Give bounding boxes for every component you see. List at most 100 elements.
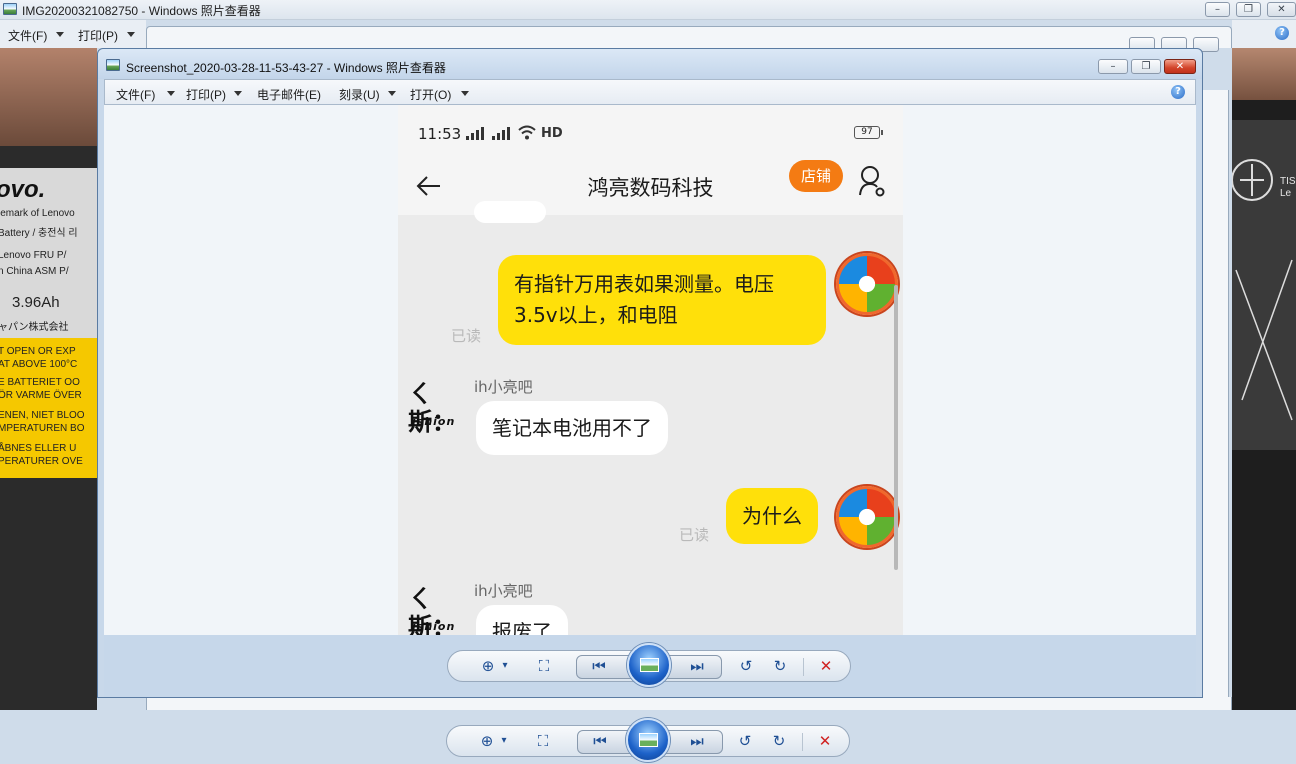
photo-text: n China ASM P/ — [0, 266, 69, 277]
toolbar-separator — [802, 733, 803, 751]
slideshow-icon — [640, 658, 659, 672]
rotate-counterclockwise-icon[interactable]: ↺ — [735, 732, 755, 750]
outer-menu-file[interactable]: 文件(F) — [8, 27, 47, 44]
battery-icon: 97 — [854, 126, 883, 139]
slideshow-icon — [639, 733, 658, 747]
slideshow-button[interactable] — [627, 643, 671, 687]
outer-minimize-button[interactable]: – — [1205, 2, 1230, 17]
outer-maximize-button[interactable]: ❐ — [1236, 2, 1261, 17]
user-profile-icon[interactable] — [858, 165, 886, 197]
photo-text: AT ABOVE 100°C — [0, 359, 78, 370]
zoom-dropdown-icon[interactable]: ▾ — [494, 732, 514, 750]
next-icon[interactable]: ⏭ — [687, 732, 707, 750]
delete-icon[interactable]: ✕ — [816, 657, 836, 675]
shop-button[interactable]: 店铺 — [789, 160, 843, 192]
previous-icon[interactable]: ⏮ — [589, 657, 609, 675]
menu-print-arrow-icon[interactable] — [234, 91, 242, 96]
photo-text: ャパン株式会社 — [0, 322, 69, 333]
menu-file-arrow-icon[interactable] — [167, 91, 175, 96]
actual-size-icon[interactable]: ⛶ — [533, 732, 553, 750]
menu-email[interactable]: 电子邮件(E) — [257, 86, 321, 103]
inner-menubar: 文件(F) 打印(P) 电子邮件(E) 刻录(U) 打开(O) ? — [104, 79, 1196, 105]
outer-window-title: IMG20200321082750 - Windows 照片查看器 — [22, 4, 261, 18]
message-text: 报废了 — [492, 620, 552, 635]
message-bubble-mine[interactable]: 为什么 — [726, 488, 818, 544]
message-text: 有指针万用表如果测量。电压 — [514, 272, 774, 296]
outer-menubar: 文件(F) 打印(P) — [0, 20, 146, 48]
photo-text: ovo. — [0, 176, 46, 203]
message-bubble-theirs[interactable]: 笔记本电池用不了 — [476, 401, 668, 455]
status-time: 11:53 — [418, 125, 462, 143]
outer-close-button[interactable]: ✕ — [1267, 2, 1296, 17]
menu-open[interactable]: 打开(O) — [410, 86, 451, 103]
menu-open-arrow-icon[interactable] — [461, 91, 469, 96]
rotate-clockwise-icon[interactable]: ↻ — [769, 732, 789, 750]
photo-text: lemark of Lenovo — [0, 208, 75, 219]
photo-text: ÖR VARME ÖVER — [0, 390, 82, 401]
inner-photo-viewer-window: Screenshot_2020-03-28-11-53-43-27 - Wind… — [97, 48, 1203, 698]
next-icon[interactable]: ⏭ — [687, 657, 707, 675]
slideshow-button[interactable] — [626, 718, 670, 762]
sender-name: ih小亮吧 — [474, 378, 533, 396]
chat-messages: 有指针万用表如果测量。电压 3.5v以上，和电阻 已读 ㄑ斯： ishion i… — [398, 201, 903, 635]
photo-text: Lenovo FRU P/ — [0, 250, 67, 261]
message-text: 笔记本电池用不了 — [492, 416, 652, 440]
inner-bottom-bar: ⊕ ▾ ⛶ ⏮ ⏭ ↺ ↻ ✕ — [104, 635, 1196, 697]
shop-avatar[interactable]: ㄑ斯： ishion — [408, 585, 466, 635]
rotate-counterclockwise-icon[interactable]: ↺ — [736, 657, 756, 675]
message-text: 3.5v以上，和电阻 — [514, 303, 678, 327]
photo-text: 3.96Ah — [12, 294, 60, 311]
chat-scrollbar[interactable] — [894, 285, 898, 570]
previous-icon[interactable]: ⏮ — [590, 732, 610, 750]
outer-menubar-right: ? — [1232, 20, 1296, 48]
photo-text: TIS — [1280, 176, 1296, 187]
inner-window-title: Screenshot_2020-03-28-11-53-43-27 - Wind… — [126, 61, 446, 75]
rotate-clockwise-icon[interactable]: ↻ — [770, 657, 790, 675]
outer-viewer-frame-top — [146, 26, 1232, 52]
zoom-dropdown-icon[interactable]: ▾ — [495, 657, 515, 675]
photo-text: Le — [1280, 188, 1292, 199]
message-bubble-mine[interactable]: 有指针万用表如果测量。电压 3.5v以上，和电阻 — [498, 255, 826, 345]
inner-minimize-button[interactable]: – — [1098, 59, 1128, 74]
background-photo-right: TIS Le — [1232, 100, 1296, 710]
outer-viewer-frame-right — [1203, 90, 1229, 710]
outer-help-icon[interactable]: ? — [1275, 26, 1289, 40]
outer-menu-print-arrow-icon[interactable] — [127, 32, 135, 37]
user-avatar[interactable] — [836, 253, 898, 315]
inner-close-button[interactable]: ✕ — [1164, 59, 1196, 74]
toolbar-separator — [803, 658, 804, 676]
photo-viewer-app-icon — [3, 3, 17, 15]
menu-print[interactable]: 打印(P) — [186, 86, 226, 103]
help-icon[interactable]: ? — [1171, 85, 1185, 99]
outer-menu-print[interactable]: 打印(P) — [78, 27, 118, 44]
menu-burn-arrow-icon[interactable] — [388, 91, 396, 96]
photo-viewer-app-icon — [106, 59, 120, 71]
message-text: 为什么 — [742, 504, 802, 528]
photo-text: E BATTERIET OO — [0, 377, 80, 388]
image-canvas: 11:53 HD 97 鸿亮数码科技 店铺 有指针万用表如果测量。电压 3.5v… — [104, 105, 1196, 635]
outer-bottom-bar: ⊕ ▾ ⛶ ⏮ ⏭ ↺ ↻ ✕ — [0, 710, 1296, 764]
photo-text: ÅBNES ELLER U — [0, 443, 77, 454]
read-receipt: 已读 — [679, 526, 710, 544]
user-avatar[interactable] — [836, 486, 898, 548]
inner-maximize-button[interactable]: ❐ — [1131, 59, 1161, 74]
actual-size-icon[interactable]: ⛶ — [534, 657, 554, 675]
shop-avatar[interactable]: ㄑ斯： ishion — [408, 380, 466, 436]
photo-text: PERATURER OVE — [0, 456, 83, 467]
message-bubble-theirs[interactable]: 报废了 — [476, 605, 568, 635]
delete-icon[interactable]: ✕ — [815, 732, 835, 750]
signal-icon — [466, 127, 488, 140]
sender-name: ih小亮吧 — [474, 582, 533, 600]
background-photo-top-right — [1232, 48, 1296, 100]
phone-screenshot: 11:53 HD 97 鸿亮数码科技 店铺 有指针万用表如果测量。电压 3.5v… — [398, 105, 903, 635]
menu-file[interactable]: 文件(F) — [116, 86, 155, 103]
photo-text: T OPEN OR EXP — [0, 346, 76, 357]
outer-menu-file-arrow-icon[interactable] — [56, 32, 64, 37]
shop-avatar-subtext: ishion — [412, 620, 456, 633]
read-receipt: 已读 — [451, 327, 482, 345]
phone-status-bar: 11:53 HD 97 — [398, 105, 903, 159]
shop-avatar-subtext: ishion — [412, 415, 456, 428]
outer-titlebar: IMG20200321082750 - Windows 照片查看器 – ❐ ✕ — [0, 0, 1296, 20]
menu-burn[interactable]: 刻录(U) — [339, 86, 380, 103]
wifi-icon — [518, 125, 536, 140]
